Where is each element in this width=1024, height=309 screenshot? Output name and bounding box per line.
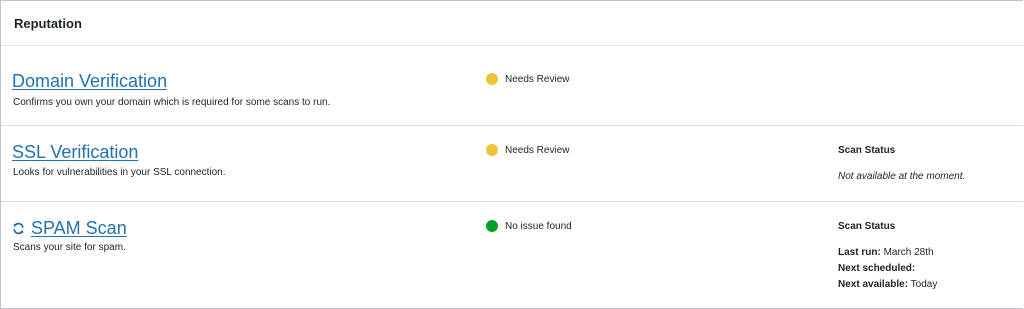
scan-status-heading: Scan Status [838, 221, 896, 232]
status-indicator: Needs Review [486, 73, 569, 85]
row-description: Looks for vulnerabilities in your SSL co… [13, 167, 226, 178]
row-title: Domain Verification [12, 70, 167, 92]
spam-scan-link[interactable]: SPAM Scan [31, 217, 127, 239]
scan-row-ssl-verification: SSL Verification Looks for vulnerabiliti… [1, 127, 1023, 202]
scan-status-heading: Scan Status [838, 145, 896, 156]
status-label: Needs Review [505, 144, 570, 156]
row-title: SSL Verification [12, 141, 138, 163]
domain-verification-link[interactable]: Domain Verification [12, 70, 167, 92]
next-available-line: Next available: Today [838, 277, 937, 293]
refresh-icon[interactable] [12, 222, 25, 235]
row-title: SPAM Scan [12, 217, 127, 239]
last-run-line: Last run: March 28th [838, 245, 937, 261]
next-available-label: Next available: [838, 279, 909, 290]
row-description: Scans your site for spam. [13, 242, 126, 253]
next-available-value: Today [910, 279, 938, 290]
next-scheduled-label: Next scheduled: [838, 263, 916, 274]
scan-status-block: Scan Status Not available at the moment. [838, 143, 965, 185]
status-dot-icon [486, 144, 498, 156]
status-indicator: No issue found [486, 220, 572, 232]
last-run-label: Last run: [838, 247, 881, 258]
next-scheduled-line: Next scheduled: [838, 261, 937, 277]
last-run-value: March 28th [883, 247, 934, 258]
panel-header: Reputation [1, 1, 1023, 46]
scan-status-block: Scan Status Last run: March 28th Next sc… [838, 219, 937, 293]
status-label: No issue found [505, 220, 572, 232]
panel-title: Reputation [14, 15, 82, 31]
scan-row-spam-scan: SPAM Scan Scans your site for spam. No i… [1, 203, 1023, 308]
status-indicator: Needs Review [486, 144, 569, 156]
reputation-panel: Reputation Domain Verification Confirms … [0, 0, 1023, 309]
row-description: Confirms you own your domain which is re… [13, 97, 331, 108]
ssl-verification-link[interactable]: SSL Verification [12, 141, 138, 163]
scan-row-domain-verification: Domain Verification Confirms you own you… [1, 47, 1023, 126]
status-dot-icon [486, 220, 498, 232]
scan-status-message: Not available at the moment. [838, 171, 966, 182]
status-dot-icon [486, 73, 498, 85]
status-label: Needs Review [505, 73, 570, 85]
